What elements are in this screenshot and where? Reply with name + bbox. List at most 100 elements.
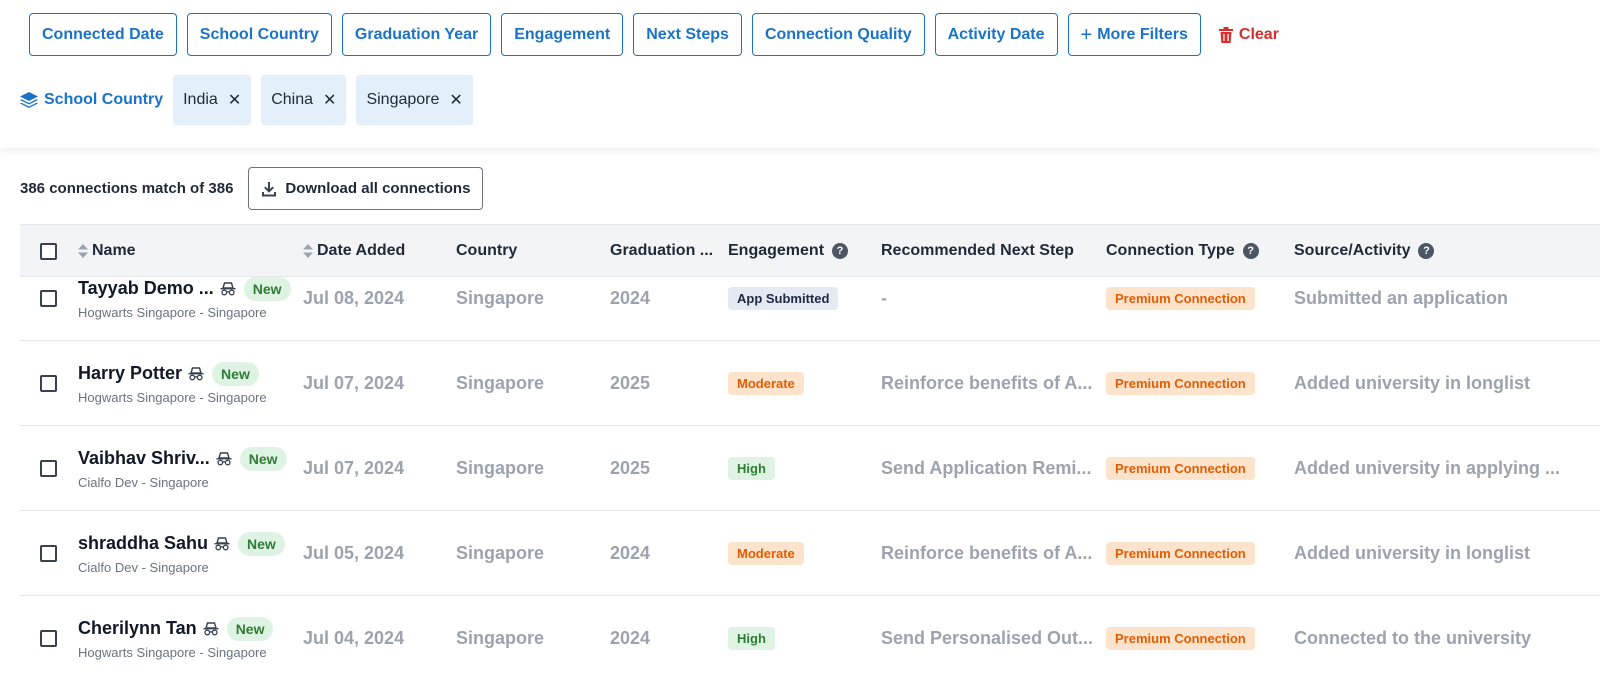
remove-tag-icon[interactable]: ✕: [323, 90, 336, 110]
next-step-cell: Reinforce benefits of A...: [881, 372, 1093, 393]
row-select-cell: [40, 426, 57, 510]
student-name[interactable]: Tayyab Demo ...: [78, 278, 214, 299]
engagement-cell: Moderate: [728, 341, 804, 425]
header-next-step: Recommended Next Step: [881, 242, 1074, 259]
source-activity-cell: Added university in longlist: [1294, 542, 1531, 563]
next-step-cell: Reinforce benefits of A...: [881, 542, 1093, 563]
filter-tag-china: China ✕: [261, 75, 347, 125]
filter-connection-quality-button[interactable]: Connection Quality: [751, 13, 925, 56]
filter-next-steps-button[interactable]: Next Steps: [633, 13, 742, 56]
graduation-year-cell: 2024: [610, 542, 651, 563]
download-label: Download all connections: [285, 180, 471, 197]
student-name[interactable]: Harry Potter: [78, 363, 182, 384]
new-badge: New: [226, 616, 274, 641]
active-filter-label: School Country: [20, 91, 163, 109]
filter-tag-label: Singapore: [366, 91, 440, 108]
table-row[interactable]: Vaibhav Shriv... New Cialfo Dev - Singapor…: [20, 426, 1600, 511]
graduation-year-cell: 2025: [610, 457, 651, 478]
name-cell: Vaibhav Shriv... New Cialfo Dev - Singapor…: [78, 426, 300, 510]
results-summary: 386 connections match of 386 Download al…: [20, 167, 484, 210]
row-checkbox[interactable]: [40, 374, 57, 392]
row-checkbox[interactable]: [40, 629, 57, 647]
incognito-icon: [220, 281, 236, 296]
country-cell: Singapore: [456, 457, 545, 478]
active-filter-label-text: School Country: [44, 91, 164, 108]
table-header: Name Date Added Country Graduation ... E…: [20, 224, 1600, 277]
filter-activity-date-button[interactable]: Activity Date: [934, 13, 1058, 56]
new-badge: New: [212, 361, 259, 386]
name-cell: shraddha Sahu New Cialfo Dev - Singapore: [78, 511, 300, 595]
source-activity-cell: Connected to the university: [1294, 627, 1532, 648]
sort-icon: [78, 244, 88, 258]
table-row[interactable]: Harry Potter New Hogwarts Singapore - Sing…: [20, 341, 1600, 426]
header-date-added[interactable]: Date Added: [303, 225, 405, 277]
clear-label: Clear: [1238, 25, 1279, 43]
school-name: Hogwarts Singapore - Singapore: [78, 304, 267, 320]
header-connection-type: Connection Type ?: [1106, 225, 1259, 277]
row-checkbox[interactable]: [40, 544, 57, 562]
date-added-cell: Jul 07, 2024: [303, 372, 405, 393]
download-icon: [262, 181, 277, 196]
graduation-year-cell: 2024: [610, 627, 651, 648]
connection-type-badge: Premium Connection: [1106, 626, 1255, 650]
school-name: Cialfo Dev - Singapore: [78, 474, 209, 490]
engagement-badge: Moderate: [728, 371, 804, 395]
help-icon[interactable]: ?: [832, 243, 849, 259]
graduation-year-cell: 2025: [610, 372, 651, 393]
name-cell: Harry Potter New Hogwarts Singapore - Sing…: [78, 341, 300, 425]
header-engagement-label: Engagement: [728, 242, 825, 259]
row-select-cell: [40, 341, 57, 425]
incognito-icon: [203, 621, 219, 636]
remove-tag-icon[interactable]: ✕: [449, 90, 462, 110]
table-row[interactable]: Cherilynn Tan New Hogwarts Singapore - Sin…: [20, 596, 1600, 677]
header-name-label: Name: [92, 242, 136, 259]
filter-engagement-button[interactable]: Engagement: [501, 13, 624, 56]
filter-tag-singapore: Singapore ✕: [356, 75, 473, 125]
new-badge: New: [238, 531, 285, 556]
header-name[interactable]: Name: [78, 225, 136, 277]
header-engagement: Engagement ?: [728, 225, 849, 277]
new-badge: New: [243, 276, 291, 301]
filter-tag-label: India: [183, 91, 218, 108]
filters-panel: Connected Date School Country Graduation…: [0, 0, 1600, 148]
name-cell: Cherilynn Tan New Hogwarts Singapore - Sin…: [78, 596, 300, 677]
date-added-cell: Jul 05, 2024: [303, 542, 405, 563]
student-name[interactable]: shraddha Sahu: [78, 533, 208, 554]
date-added-cell: Jul 04, 2024: [303, 627, 405, 648]
filter-connected-date-button[interactable]: Connected Date: [29, 13, 177, 56]
table-row[interactable]: shraddha Sahu New Cialfo Dev - Singapore Ju…: [20, 511, 1600, 596]
plus-icon: +: [1080, 23, 1093, 46]
student-name[interactable]: Vaibhav Shriv...: [78, 448, 210, 469]
new-badge: New: [239, 446, 287, 471]
header-country: Country: [456, 242, 518, 259]
filter-buttons-row: Connected Date School Country Graduation…: [29, 13, 1279, 56]
layers-icon: [20, 92, 38, 108]
row-checkbox[interactable]: [40, 459, 57, 477]
trash-icon: [1218, 26, 1233, 43]
clear-filters-button[interactable]: Clear: [1218, 25, 1279, 44]
connection-type-badge: Premium Connection: [1106, 541, 1255, 565]
more-filters-button[interactable]: + More Filters: [1067, 13, 1201, 56]
filter-graduation-year-button[interactable]: Graduation Year: [341, 13, 492, 56]
connection-type-cell: Premium Connection: [1106, 511, 1255, 595]
school-name: Cialfo Dev - Singapore: [78, 559, 209, 575]
engagement-badge: High: [728, 456, 775, 480]
help-icon[interactable]: ?: [1242, 243, 1259, 259]
row-checkbox[interactable]: [40, 289, 57, 307]
filter-school-country-button[interactable]: School Country: [186, 13, 332, 56]
match-count-text: 386 connections match of 386: [20, 180, 234, 197]
connection-type-badge: Premium Connection: [1106, 371, 1255, 395]
remove-tag-icon[interactable]: ✕: [228, 90, 241, 110]
country-cell: Singapore: [456, 627, 545, 648]
header-source: Source/Activity ?: [1294, 225, 1435, 277]
header-source-label: Source/Activity: [1294, 242, 1411, 259]
student-name[interactable]: Cherilynn Tan: [78, 618, 197, 639]
download-all-button[interactable]: Download all connections: [248, 167, 484, 210]
incognito-icon: [216, 451, 232, 466]
source-activity-cell: Added university in applying ...: [1294, 457, 1561, 478]
header-connection-type-label: Connection Type: [1106, 242, 1235, 259]
school-name: Hogwarts Singapore - Singapore: [78, 389, 267, 405]
select-all-checkbox[interactable]: [40, 242, 57, 260]
help-icon[interactable]: ?: [1418, 243, 1435, 259]
connection-type-cell: Premium Connection: [1106, 426, 1255, 510]
